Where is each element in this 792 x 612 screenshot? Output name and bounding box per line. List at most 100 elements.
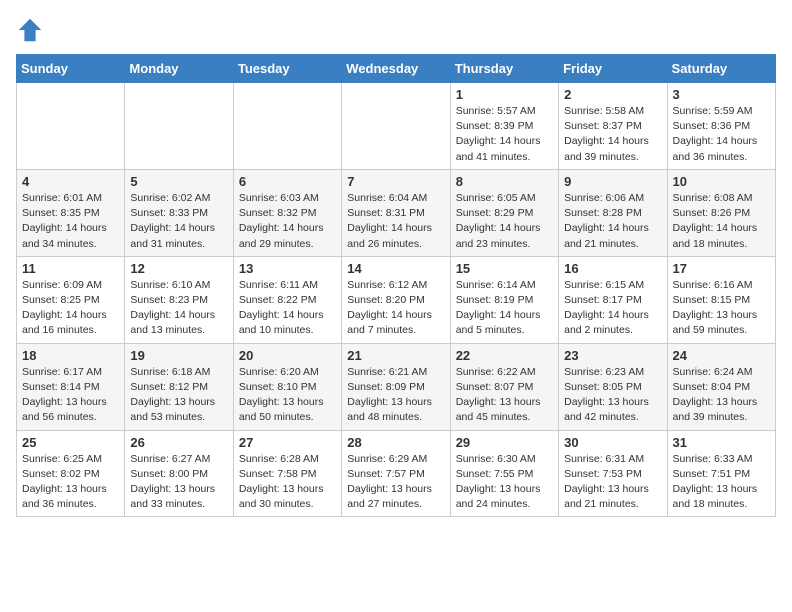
day-number: 25	[22, 435, 119, 450]
day-number: 19	[130, 348, 227, 363]
calendar-week-1: 1 Sunrise: 5:57 AM Sunset: 8:39 PM Daylig…	[17, 83, 776, 170]
calendar-cell: 13 Sunrise: 6:11 AM Sunset: 8:22 PM Dayli…	[233, 256, 341, 343]
calendar-cell: 19Sunrise: 6:18 AM Sunset: 8:12 PM Dayli…	[125, 343, 233, 430]
day-number: 11	[22, 261, 119, 276]
logo	[16, 16, 48, 44]
day-info: Sunrise: 6:15 AM Sunset: 8:17 PM Dayligh…	[564, 278, 661, 339]
day-info: Sunrise: 5:59 AM Sunset: 8:36 PM Dayligh…	[673, 104, 770, 165]
day-info: Sunrise: 6:10 AM Sunset: 8:23 PM Dayligh…	[130, 278, 227, 339]
day-number: 20	[239, 348, 336, 363]
calendar-week-3: 11 Sunrise: 6:09 AM Sunset: 8:25 PM Dayli…	[17, 256, 776, 343]
calendar-cell	[233, 83, 341, 170]
day-info: Sunrise: 6:11 AM Sunset: 8:22 PM Dayligh…	[239, 278, 336, 339]
calendar-cell: 26 Sunrise: 6:27 AM Sunset: 8:00 PM Dayli…	[125, 430, 233, 517]
calendar-cell	[125, 83, 233, 170]
day-number: 10	[673, 174, 770, 189]
day-info: Sunrise: 6:09 AM Sunset: 8:25 PM Dayligh…	[22, 278, 119, 339]
calendar-cell: 25 Sunrise: 6:25 AM Sunset: 8:02 PM Dayli…	[17, 430, 125, 517]
day-info: Sunrise: 6:21 AM Sunset: 8:09 PM Dayligh…	[347, 365, 444, 426]
calendar-cell: 29Sunrise: 6:30 AM Sunset: 7:55 PM Dayli…	[450, 430, 558, 517]
calendar-cell: 12 Sunrise: 6:10 AM Sunset: 8:23 PM Dayli…	[125, 256, 233, 343]
day-number: 30	[564, 435, 661, 450]
day-info: Sunrise: 6:20 AM Sunset: 8:10 PM Dayligh…	[239, 365, 336, 426]
day-number: 2	[564, 87, 661, 102]
day-info: Sunrise: 6:28 AM Sunset: 7:58 PM Dayligh…	[239, 452, 336, 513]
calendar-cell: 21 Sunrise: 6:21 AM Sunset: 8:09 PM Dayli…	[342, 343, 450, 430]
calendar-cell: 24 Sunrise: 6:24 AM Sunset: 8:04 PM Dayli…	[667, 343, 775, 430]
day-info: Sunrise: 6:25 AM Sunset: 8:02 PM Dayligh…	[22, 452, 119, 513]
calendar-week-5: 25 Sunrise: 6:25 AM Sunset: 8:02 PM Dayli…	[17, 430, 776, 517]
calendar-cell: 1 Sunrise: 5:57 AM Sunset: 8:39 PM Daylig…	[450, 83, 558, 170]
day-number: 18	[22, 348, 119, 363]
day-info: Sunrise: 6:05 AM Sunset: 8:29 PM Dayligh…	[456, 191, 553, 252]
day-info: Sunrise: 6:12 AM Sunset: 8:20 PM Dayligh…	[347, 278, 444, 339]
day-number: 28	[347, 435, 444, 450]
calendar-cell: 18 Sunrise: 6:17 AM Sunset: 8:14 PM Dayli…	[17, 343, 125, 430]
day-number: 9	[564, 174, 661, 189]
day-info: Sunrise: 6:24 AM Sunset: 8:04 PM Dayligh…	[673, 365, 770, 426]
day-info: Sunrise: 6:27 AM Sunset: 8:00 PM Dayligh…	[130, 452, 227, 513]
calendar-cell	[342, 83, 450, 170]
calendar-cell: 27 Sunrise: 6:28 AM Sunset: 7:58 PM Dayli…	[233, 430, 341, 517]
calendar-cell: 20 Sunrise: 6:20 AM Sunset: 8:10 PM Dayli…	[233, 343, 341, 430]
day-info: Sunrise: 6:29 AM Sunset: 7:57 PM Dayligh…	[347, 452, 444, 513]
calendar-cell: 22Sunrise: 6:22 AM Sunset: 8:07 PM Dayli…	[450, 343, 558, 430]
calendar-header-thursday: Thursday	[450, 55, 558, 83]
day-info: Sunrise: 6:02 AM Sunset: 8:33 PM Dayligh…	[130, 191, 227, 252]
day-info: Sunrise: 6:17 AM Sunset: 8:14 PM Dayligh…	[22, 365, 119, 426]
calendar-cell: 2 Sunrise: 5:58 AM Sunset: 8:37 PM Daylig…	[559, 83, 667, 170]
day-info: Sunrise: 6:03 AM Sunset: 8:32 PM Dayligh…	[239, 191, 336, 252]
page-header	[16, 16, 776, 44]
calendar-cell: 8 Sunrise: 6:05 AM Sunset: 8:29 PM Daylig…	[450, 169, 558, 256]
day-number: 29	[456, 435, 553, 450]
day-info: Sunrise: 6:31 AM Sunset: 7:53 PM Dayligh…	[564, 452, 661, 513]
calendar-header-monday: Monday	[125, 55, 233, 83]
calendar-header-row: SundayMondayTuesdayWednesdayThursdayFrid…	[17, 55, 776, 83]
day-info: Sunrise: 5:57 AM Sunset: 8:39 PM Dayligh…	[456, 104, 553, 165]
day-number: 13	[239, 261, 336, 276]
day-number: 8	[456, 174, 553, 189]
day-number: 21	[347, 348, 444, 363]
day-info: Sunrise: 5:58 AM Sunset: 8:37 PM Dayligh…	[564, 104, 661, 165]
day-number: 27	[239, 435, 336, 450]
calendar-week-4: 18 Sunrise: 6:17 AM Sunset: 8:14 PM Dayli…	[17, 343, 776, 430]
calendar-cell: 4 Sunrise: 6:01 AM Sunset: 8:35 PM Daylig…	[17, 169, 125, 256]
calendar-cell: 23Sunrise: 6:23 AM Sunset: 8:05 PM Dayli…	[559, 343, 667, 430]
calendar-header-friday: Friday	[559, 55, 667, 83]
day-info: Sunrise: 6:08 AM Sunset: 8:26 PM Dayligh…	[673, 191, 770, 252]
day-number: 15	[456, 261, 553, 276]
day-number: 17	[673, 261, 770, 276]
calendar-cell: 15 Sunrise: 6:14 AM Sunset: 8:19 PM Dayli…	[450, 256, 558, 343]
day-number: 5	[130, 174, 227, 189]
day-number: 1	[456, 87, 553, 102]
day-number: 24	[673, 348, 770, 363]
day-info: Sunrise: 6:33 AM Sunset: 7:51 PM Dayligh…	[673, 452, 770, 513]
day-info: Sunrise: 6:23 AM Sunset: 8:05 PM Dayligh…	[564, 365, 661, 426]
day-info: Sunrise: 6:01 AM Sunset: 8:35 PM Dayligh…	[22, 191, 119, 252]
day-info: Sunrise: 6:22 AM Sunset: 8:07 PM Dayligh…	[456, 365, 553, 426]
calendar-cell: 10 Sunrise: 6:08 AM Sunset: 8:26 PM Dayli…	[667, 169, 775, 256]
day-info: Sunrise: 6:06 AM Sunset: 8:28 PM Dayligh…	[564, 191, 661, 252]
day-number: 14	[347, 261, 444, 276]
calendar-header-sunday: Sunday	[17, 55, 125, 83]
calendar-cell: 14 Sunrise: 6:12 AM Sunset: 8:20 PM Dayli…	[342, 256, 450, 343]
calendar-cell: 5 Sunrise: 6:02 AM Sunset: 8:33 PM Daylig…	[125, 169, 233, 256]
calendar-cell	[17, 83, 125, 170]
day-number: 16	[564, 261, 661, 276]
calendar-cell: 9 Sunrise: 6:06 AM Sunset: 8:28 PM Daylig…	[559, 169, 667, 256]
day-number: 12	[130, 261, 227, 276]
day-number: 4	[22, 174, 119, 189]
calendar-week-2: 4 Sunrise: 6:01 AM Sunset: 8:35 PM Daylig…	[17, 169, 776, 256]
day-number: 31	[673, 435, 770, 450]
calendar-cell: 17Sunrise: 6:16 AM Sunset: 8:15 PM Dayli…	[667, 256, 775, 343]
day-number: 3	[673, 87, 770, 102]
calendar-cell: 16 Sunrise: 6:15 AM Sunset: 8:17 PM Dayli…	[559, 256, 667, 343]
calendar-header-saturday: Saturday	[667, 55, 775, 83]
calendar-cell: 30 Sunrise: 6:31 AM Sunset: 7:53 PM Dayli…	[559, 430, 667, 517]
day-info: Sunrise: 6:14 AM Sunset: 8:19 PM Dayligh…	[456, 278, 553, 339]
calendar-cell: 3 Sunrise: 5:59 AM Sunset: 8:36 PM Daylig…	[667, 83, 775, 170]
calendar-header-wednesday: Wednesday	[342, 55, 450, 83]
calendar-header-tuesday: Tuesday	[233, 55, 341, 83]
calendar-cell: 28 Sunrise: 6:29 AM Sunset: 7:57 PM Dayli…	[342, 430, 450, 517]
day-number: 26	[130, 435, 227, 450]
